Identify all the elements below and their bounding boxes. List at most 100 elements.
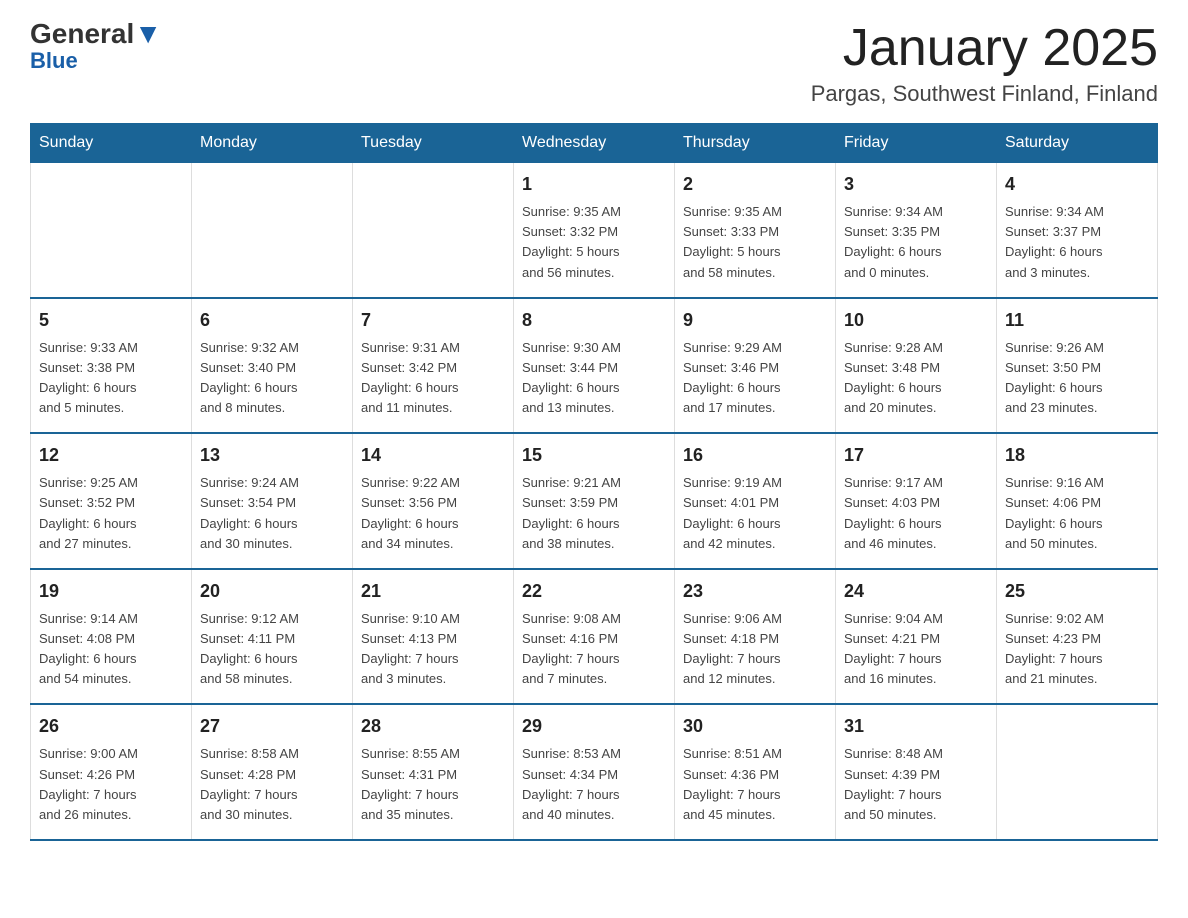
calendar-cell: 29Sunrise: 8:53 AMSunset: 4:34 PMDayligh… bbox=[514, 704, 675, 840]
day-info: Sunrise: 9:28 AMSunset: 3:48 PMDaylight:… bbox=[844, 338, 988, 419]
day-info: Sunrise: 9:30 AMSunset: 3:44 PMDaylight:… bbox=[522, 338, 666, 419]
calendar-cell: 5Sunrise: 9:33 AMSunset: 3:38 PMDaylight… bbox=[31, 298, 192, 434]
calendar-week-row: 12 Sunrise: 9:25 AMSunset: 3:52 PMDayligh… bbox=[31, 433, 1158, 569]
logo: General▼ Blue bbox=[30, 20, 162, 72]
day-info: Sunrise: 9:26 AMSunset: 3:50 PMDaylight:… bbox=[1005, 338, 1149, 419]
day-number: 31 bbox=[844, 713, 988, 740]
calendar-week-row: 26Sunrise: 9:00 AMSunset: 4:26 PMDayligh… bbox=[31, 704, 1158, 840]
day-info: Sunrise: 9:14 AMSunset: 4:08 PMDaylight:… bbox=[39, 609, 183, 690]
day-info: Sunrise: 9:31 AMSunset: 3:42 PMDaylight:… bbox=[361, 338, 505, 419]
calendar-table: SundayMondayTuesdayWednesdayThursdayFrid… bbox=[30, 123, 1158, 841]
calendar-cell: 30Sunrise: 8:51 AMSunset: 4:36 PMDayligh… bbox=[675, 704, 836, 840]
calendar-cell: 15 Sunrise: 9:21 AMSunset: 3:59 PMDayligh… bbox=[514, 433, 675, 569]
day-number: 4 bbox=[1005, 171, 1149, 198]
day-number: 22 bbox=[522, 578, 666, 605]
logo-text-bottom: Blue bbox=[30, 50, 162, 72]
day-number: 15 bbox=[522, 442, 666, 469]
day-info: Sunrise: 9:21 AMSunset: 3:59 PMDaylight:… bbox=[522, 473, 666, 554]
day-number: 27 bbox=[200, 713, 344, 740]
day-info: Sunrise: 9:08 AMSunset: 4:16 PMDaylight:… bbox=[522, 609, 666, 690]
calendar-cell: 3 Sunrise: 9:34 AMSunset: 3:35 PMDaylight… bbox=[836, 163, 997, 298]
calendar-cell: 4Sunrise: 9:34 AMSunset: 3:37 PMDaylight… bbox=[997, 163, 1158, 298]
calendar-cell: 28 Sunrise: 8:55 AMSunset: 4:31 PMDayligh… bbox=[353, 704, 514, 840]
day-number: 8 bbox=[522, 307, 666, 334]
calendar-cell: 7 Sunrise: 9:31 AMSunset: 3:42 PMDaylight… bbox=[353, 298, 514, 434]
day-number: 9 bbox=[683, 307, 827, 334]
day-info: Sunrise: 9:04 AMSunset: 4:21 PMDaylight:… bbox=[844, 609, 988, 690]
calendar-cell: 31 Sunrise: 8:48 AMSunset: 4:39 PMDayligh… bbox=[836, 704, 997, 840]
calendar-cell: 1Sunrise: 9:35 AMSunset: 3:32 PMDaylight… bbox=[514, 163, 675, 298]
day-number: 18 bbox=[1005, 442, 1149, 469]
calendar-cell: 27 Sunrise: 8:58 AMSunset: 4:28 PMDayligh… bbox=[192, 704, 353, 840]
day-number: 20 bbox=[200, 578, 344, 605]
calendar-cell bbox=[353, 163, 514, 298]
day-info: Sunrise: 9:19 AMSunset: 4:01 PMDaylight:… bbox=[683, 473, 827, 554]
day-number: 25 bbox=[1005, 578, 1149, 605]
calendar-cell bbox=[997, 704, 1158, 840]
day-number: 23 bbox=[683, 578, 827, 605]
day-number: 19 bbox=[39, 578, 183, 605]
col-header-friday: Friday bbox=[836, 124, 997, 163]
calendar-cell: 14 Sunrise: 9:22 AMSunset: 3:56 PMDayligh… bbox=[353, 433, 514, 569]
calendar-cell: 26Sunrise: 9:00 AMSunset: 4:26 PMDayligh… bbox=[31, 704, 192, 840]
title-block: January 2025 Pargas, Southwest Finland, … bbox=[811, 20, 1158, 107]
calendar-cell: 12 Sunrise: 9:25 AMSunset: 3:52 PMDayligh… bbox=[31, 433, 192, 569]
calendar-cell bbox=[192, 163, 353, 298]
calendar-cell: 9 Sunrise: 9:29 AMSunset: 3:46 PMDaylight… bbox=[675, 298, 836, 434]
day-number: 13 bbox=[200, 442, 344, 469]
day-info: Sunrise: 8:58 AMSunset: 4:28 PMDaylight:… bbox=[200, 744, 344, 825]
day-info: Sunrise: 8:55 AMSunset: 4:31 PMDaylight:… bbox=[361, 744, 505, 825]
day-info: Sunrise: 9:35 AMSunset: 3:33 PMDaylight:… bbox=[683, 202, 827, 283]
calendar-cell: 2 Sunrise: 9:35 AMSunset: 3:33 PMDaylight… bbox=[675, 163, 836, 298]
day-info: Sunrise: 8:48 AMSunset: 4:39 PMDaylight:… bbox=[844, 744, 988, 825]
logo-triangle-icon: ▼ bbox=[134, 18, 162, 49]
day-number: 24 bbox=[844, 578, 988, 605]
day-number: 16 bbox=[683, 442, 827, 469]
calendar-cell: 8 Sunrise: 9:30 AMSunset: 3:44 PMDaylight… bbox=[514, 298, 675, 434]
calendar-cell: 10 Sunrise: 9:28 AMSunset: 3:48 PMDayligh… bbox=[836, 298, 997, 434]
calendar-cell: 17Sunrise: 9:17 AMSunset: 4:03 PMDayligh… bbox=[836, 433, 997, 569]
col-header-saturday: Saturday bbox=[997, 124, 1158, 163]
calendar-week-row: 5Sunrise: 9:33 AMSunset: 3:38 PMDaylight… bbox=[31, 298, 1158, 434]
day-info: Sunrise: 9:25 AMSunset: 3:52 PMDaylight:… bbox=[39, 473, 183, 554]
day-info: Sunrise: 9:29 AMSunset: 3:46 PMDaylight:… bbox=[683, 338, 827, 419]
day-number: 29 bbox=[522, 713, 666, 740]
calendar-cell: 20Sunrise: 9:12 AMSunset: 4:11 PMDayligh… bbox=[192, 569, 353, 705]
day-number: 28 bbox=[361, 713, 505, 740]
calendar-cell: 21Sunrise: 9:10 AMSunset: 4:13 PMDayligh… bbox=[353, 569, 514, 705]
day-number: 11 bbox=[1005, 307, 1149, 334]
day-info: Sunrise: 9:02 AMSunset: 4:23 PMDaylight:… bbox=[1005, 609, 1149, 690]
page-header: General▼ Blue January 2025 Pargas, South… bbox=[30, 20, 1158, 107]
calendar-header-row: SundayMondayTuesdayWednesdayThursdayFrid… bbox=[31, 124, 1158, 163]
col-header-monday: Monday bbox=[192, 124, 353, 163]
day-number: 10 bbox=[844, 307, 988, 334]
col-header-tuesday: Tuesday bbox=[353, 124, 514, 163]
day-info: Sunrise: 9:22 AMSunset: 3:56 PMDaylight:… bbox=[361, 473, 505, 554]
calendar-week-row: 1Sunrise: 9:35 AMSunset: 3:32 PMDaylight… bbox=[31, 163, 1158, 298]
day-info: Sunrise: 9:24 AMSunset: 3:54 PMDaylight:… bbox=[200, 473, 344, 554]
logo-text-top: General▼ bbox=[30, 20, 162, 48]
day-info: Sunrise: 9:10 AMSunset: 4:13 PMDaylight:… bbox=[361, 609, 505, 690]
day-info: Sunrise: 9:06 AMSunset: 4:18 PMDaylight:… bbox=[683, 609, 827, 690]
calendar-cell: 23 Sunrise: 9:06 AMSunset: 4:18 PMDayligh… bbox=[675, 569, 836, 705]
day-number: 14 bbox=[361, 442, 505, 469]
calendar-title: January 2025 bbox=[811, 20, 1158, 77]
day-number: 12 bbox=[39, 442, 183, 469]
day-number: 6 bbox=[200, 307, 344, 334]
calendar-week-row: 19 Sunrise: 9:14 AMSunset: 4:08 PMDayligh… bbox=[31, 569, 1158, 705]
day-info: Sunrise: 9:32 AMSunset: 3:40 PMDaylight:… bbox=[200, 338, 344, 419]
day-number: 3 bbox=[844, 171, 988, 198]
day-info: Sunrise: 9:34 AMSunset: 3:35 PMDaylight:… bbox=[844, 202, 988, 283]
day-number: 5 bbox=[39, 307, 183, 334]
calendar-subtitle: Pargas, Southwest Finland, Finland bbox=[811, 81, 1158, 107]
calendar-cell: 22 Sunrise: 9:08 AMSunset: 4:16 PMDayligh… bbox=[514, 569, 675, 705]
day-number: 7 bbox=[361, 307, 505, 334]
calendar-cell: 24 Sunrise: 9:04 AMSunset: 4:21 PMDayligh… bbox=[836, 569, 997, 705]
calendar-cell: 6 Sunrise: 9:32 AMSunset: 3:40 PMDaylight… bbox=[192, 298, 353, 434]
day-number: 2 bbox=[683, 171, 827, 198]
day-info: Sunrise: 9:00 AMSunset: 4:26 PMDaylight:… bbox=[39, 744, 183, 825]
day-info: Sunrise: 9:17 AMSunset: 4:03 PMDaylight:… bbox=[844, 473, 988, 554]
col-header-wednesday: Wednesday bbox=[514, 124, 675, 163]
day-number: 1 bbox=[522, 171, 666, 198]
calendar-cell: 18Sunrise: 9:16 AMSunset: 4:06 PMDayligh… bbox=[997, 433, 1158, 569]
